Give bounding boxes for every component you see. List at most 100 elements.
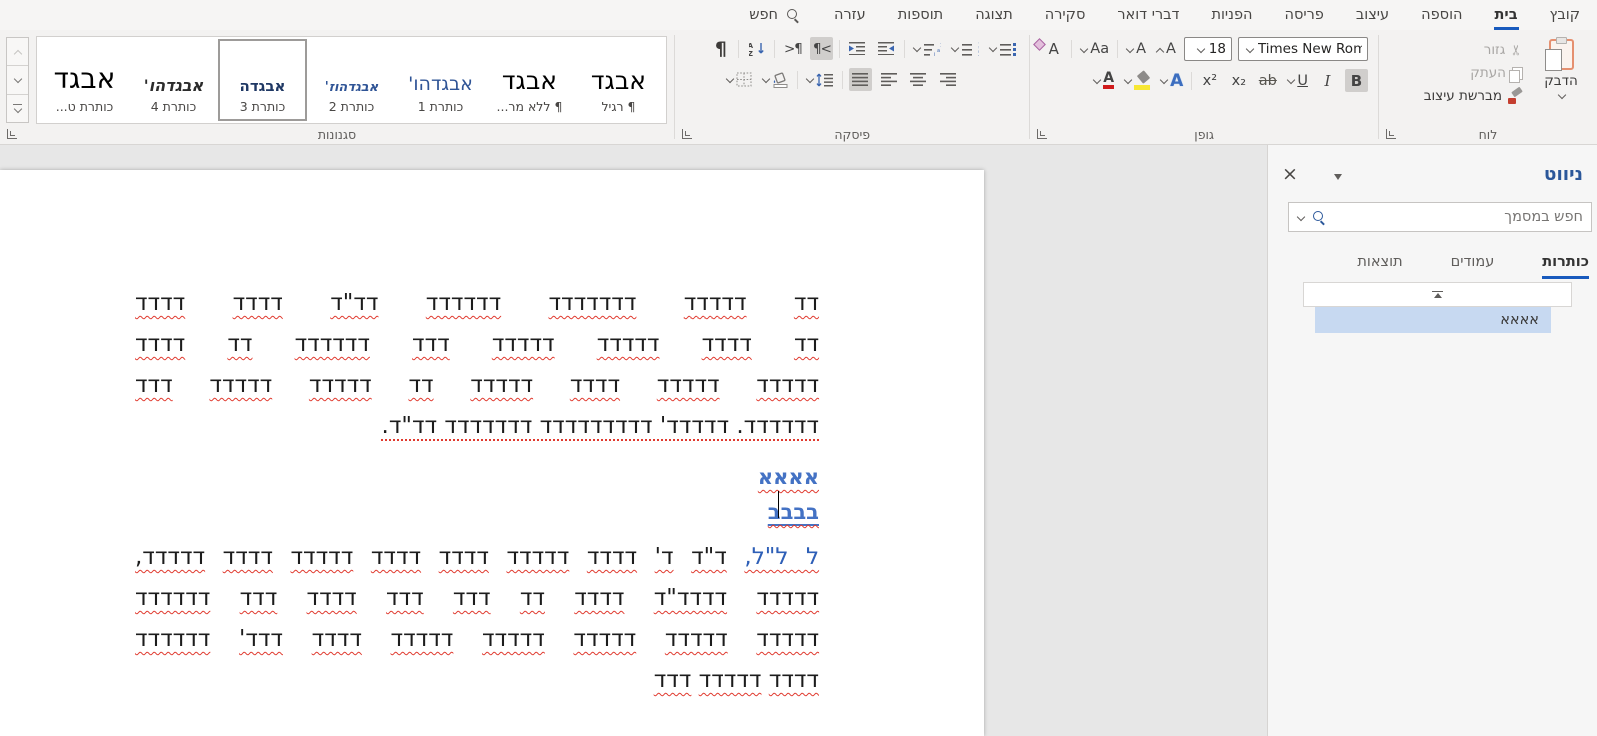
font-dialog-launcher-icon[interactable] [1037, 129, 1048, 139]
search-options-dropdown-icon[interactable] [1297, 214, 1304, 221]
grow-font-button[interactable]: A [1154, 38, 1178, 61]
sort-button[interactable]: AZ [745, 37, 768, 60]
font-group-label: גופן [1194, 126, 1215, 142]
style-item[interactable]: אבגדה כותרת 3 [217, 39, 307, 121]
ltr-text-direction-button[interactable]: >¶ [781, 37, 804, 60]
style-item[interactable]: אבגדהוז' כותרת 2 [307, 39, 396, 121]
menu-tab[interactable]: עיצוב [1355, 7, 1390, 23]
clear-formatting-button[interactable]: A [1042, 38, 1065, 61]
borders-dropdown-icon[interactable] [726, 76, 733, 83]
nav-tab[interactable]: תוצאות [1357, 254, 1402, 279]
font-name-combo[interactable]: Times New Roman [1237, 37, 1368, 61]
text-effects-dropdown-icon[interactable] [1160, 77, 1167, 84]
style-item[interactable]: אבגד ¶ רגיל [574, 39, 663, 121]
style-item[interactable]: אבגדהו' כותרת 4 [129, 39, 218, 121]
font-size-combo[interactable]: 18 [1183, 37, 1232, 61]
rtl-text-direction-button[interactable]: ¶< [810, 37, 834, 60]
borders-button[interactable] [724, 68, 754, 91]
paragraph-dialog-launcher-icon[interactable] [681, 129, 692, 139]
document-search-input[interactable]: חפש במסמך [1288, 202, 1592, 232]
superscript-button[interactable]: x² [1198, 69, 1221, 92]
strikethrough-button[interactable]: ab [1256, 69, 1279, 92]
bullet-list-button[interactable] [987, 37, 1019, 60]
text-highlight-dropdown-icon[interactable] [1124, 77, 1131, 84]
underline-dropdown-icon[interactable] [1287, 77, 1294, 84]
bullet-list-dropdown-icon[interactable] [989, 45, 996, 52]
subscript-button[interactable]: x₂ [1227, 69, 1250, 92]
align-right-button[interactable] [936, 68, 959, 91]
justify-button[interactable] [849, 68, 873, 91]
multilevel-list-dropdown-icon[interactable] [913, 45, 920, 52]
document-page[interactable]: דד דדדדד דדדדדדד דדדדדד דד"ד דדדד דדדד דד… [0, 170, 984, 736]
paragraph-group: 123 1ai ¶< >¶ AZ [675, 30, 1029, 144]
clipboard-dialog-launcher-icon[interactable] [1385, 129, 1396, 139]
numbered-list-dropdown-icon[interactable] [951, 45, 958, 52]
numbered-list-button[interactable]: 123 [949, 37, 981, 60]
text-effects-button[interactable]: A [1158, 69, 1185, 92]
italic-button[interactable]: I [1316, 69, 1339, 92]
copy-button[interactable]: העתק [1424, 65, 1523, 83]
shading-button[interactable] [760, 68, 791, 91]
document-area[interactable]: דד דדדדד דדדדדדד דדדדדד דד"ד דדדד דדדד דד… [0, 145, 1267, 736]
multilevel-list-button[interactable]: 1ai [911, 37, 943, 60]
align-center-icon [910, 73, 927, 86]
style-label: כותרת ט... [55, 99, 114, 114]
font-size-dropdown-icon[interactable] [1197, 46, 1204, 53]
justify-icon [852, 73, 869, 86]
align-left-button[interactable] [878, 68, 901, 91]
change-case-button[interactable]: Aa [1078, 38, 1111, 61]
style-item[interactable]: אבגדהו' כותרת 1 [396, 39, 485, 121]
menu-tab[interactable]: עזרה [833, 7, 867, 23]
menu-tab[interactable]: בית [1493, 7, 1519, 30]
menu-tab[interactable]: דברי דואר [1116, 7, 1180, 23]
shrink-font-button[interactable]: A [1124, 38, 1148, 61]
style-preview: אבגדהו' [408, 73, 473, 95]
nav-heading-item[interactable]: אאאא [1315, 307, 1551, 333]
document-line: דד דדדד דדדדד דדדדד דדד דדדדדד דד דדדד [135, 331, 820, 357]
styles-expand-button[interactable] [7, 95, 28, 122]
navigation-pane-close-button[interactable]: × [1282, 165, 1298, 184]
decrease-indent-button[interactable] [875, 37, 898, 60]
search-box[interactable]: חפש [749, 7, 799, 23]
menu-tab[interactable]: תצוגה [974, 7, 1014, 23]
cut-button[interactable]: ✂ גזור [1424, 42, 1525, 58]
nav-tab[interactable]: עמודים [1451, 254, 1495, 279]
style-preview: אבגדה [239, 77, 286, 95]
menu-tab[interactable]: הפניות [1210, 7, 1253, 23]
styles-scroll-down-button[interactable] [6, 66, 28, 95]
font-name-dropdown-icon[interactable] [1246, 46, 1253, 53]
format-painter-button[interactable]: מברשת עיצוב [1424, 88, 1523, 104]
paste-dropdown-icon[interactable] [1558, 92, 1565, 99]
style-item[interactable]: אבגד כותרת ט... [40, 39, 129, 121]
shading-dropdown-icon[interactable] [762, 76, 769, 83]
search-icon[interactable] [1312, 210, 1325, 224]
svg-text:a: a [937, 48, 940, 54]
menu-tab[interactable]: תוספות [897, 7, 944, 23]
align-center-button[interactable] [907, 68, 930, 91]
styles-scroll-up-button[interactable] [6, 38, 28, 67]
menu-tab[interactable]: סקירה [1044, 7, 1087, 23]
workspace: ניווט × חפש במסמך כותרות עמודים תוצאות אאא… [0, 145, 1597, 736]
navigation-pane-menu-button[interactable] [1333, 165, 1342, 184]
style-item[interactable]: אבגד ¶ ללא מר... [485, 39, 574, 121]
bold-button[interactable]: B [1344, 69, 1368, 92]
line-spacing-button[interactable] [804, 68, 836, 91]
increase-indent-button[interactable] [846, 37, 869, 60]
font-color-button[interactable]: A [1091, 69, 1116, 92]
menu-tab[interactable]: פריסה [1284, 7, 1325, 23]
styles-gallery-scroll [5, 37, 29, 123]
underline-button[interactable]: U [1285, 69, 1310, 92]
menu-tab[interactable]: הוספה [1420, 7, 1463, 23]
menu-tab[interactable]: קובץ [1549, 7, 1581, 23]
nav-tab[interactable]: כותרות [1542, 254, 1589, 279]
show-hide-marks-button[interactable]: ¶ [709, 37, 732, 60]
search-label: חפש [749, 7, 778, 23]
line-spacing-dropdown-icon[interactable] [806, 76, 813, 83]
collapse-headings-bar[interactable] [1303, 282, 1572, 307]
font-name-value: Times New Roman [1257, 41, 1362, 57]
text-highlight-button[interactable] [1122, 69, 1152, 92]
numbered-list-icon: 123 [961, 42, 979, 56]
font-color-dropdown-icon[interactable] [1093, 77, 1100, 84]
paste-button[interactable]: הדבק [1535, 37, 1587, 124]
styles-dialog-launcher-icon[interactable] [6, 129, 17, 139]
